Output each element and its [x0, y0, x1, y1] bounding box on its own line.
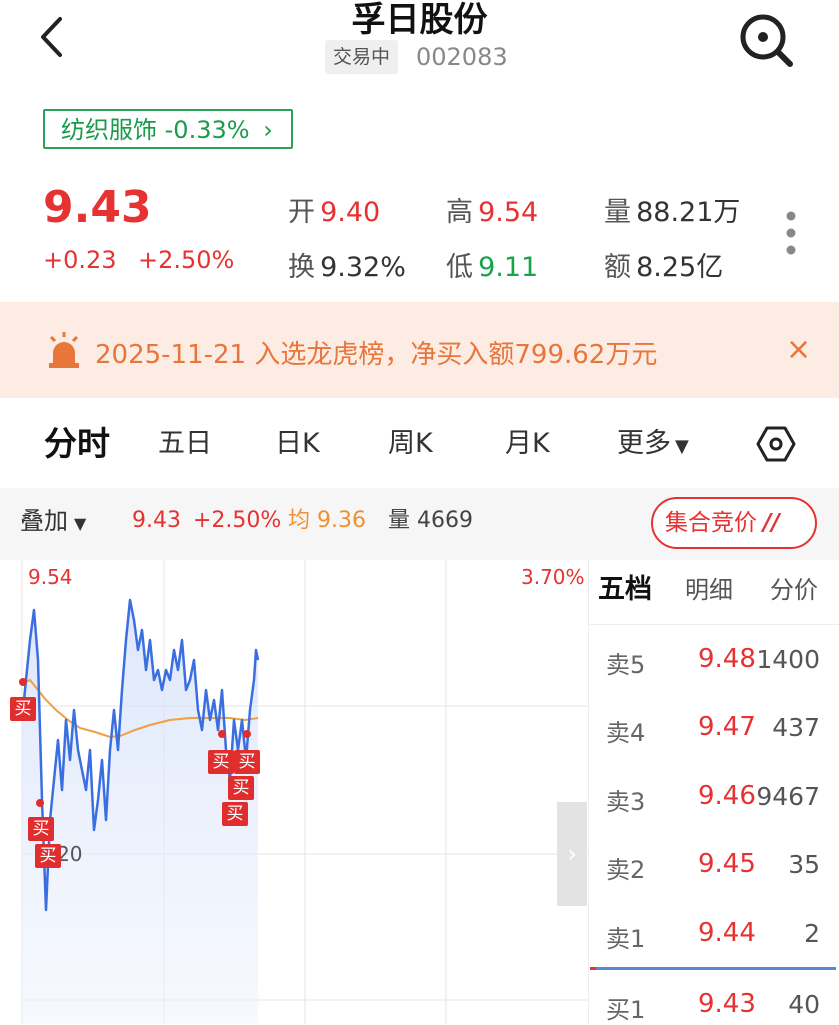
call-auction-button[interactable]: 集合竞价// — [651, 497, 817, 549]
tab-intraday[interactable]: 分时 — [44, 422, 110, 466]
orderbook-volume: 35 — [788, 850, 820, 879]
buy-tag[interactable]: 买 — [208, 750, 234, 774]
tab-monthly-k[interactable]: 月K — [505, 422, 550, 466]
buy-tag[interactable]: 买 — [222, 802, 248, 826]
orderbook-volume: 40 — [788, 990, 820, 1019]
intraday-chart[interactable] — [0, 560, 588, 1024]
vertical-dots-icon — [786, 211, 796, 255]
overlay-dropdown[interactable]: 叠加 ▼ — [20, 506, 86, 539]
orderbook-volume: 1400 — [756, 645, 820, 674]
alarm-icon — [46, 331, 82, 373]
search-icon — [740, 14, 793, 67]
tab-daily-k[interactable]: 日K — [275, 422, 320, 466]
chart-settings-button[interactable] — [756, 424, 796, 468]
open-value: 9.40 — [320, 197, 381, 228]
last-price: 9.43 — [43, 182, 152, 233]
sector-name: 纺织服饰 — [61, 116, 157, 144]
sector-tag[interactable]: 纺织服饰 -0.33% › — [43, 109, 293, 149]
high-value: 9.54 — [478, 197, 539, 228]
price-change-percent: +2.50% — [138, 246, 235, 274]
caret-down-icon: ▼ — [675, 436, 689, 457]
bid-ask-divider — [590, 967, 836, 970]
high-stat: 高 9.54 — [446, 197, 539, 228]
amount-stat: 额 8.25亿 — [604, 252, 724, 283]
buy-tag[interactable]: 买 — [10, 697, 36, 721]
price-change: +0.23 — [43, 246, 117, 274]
tab-five-day[interactable]: 五日 — [158, 422, 212, 466]
low-value: 9.11 — [478, 252, 539, 283]
amount-value: 8.25亿 — [636, 252, 724, 283]
chart-percent-label: 3.70% — [521, 565, 585, 589]
sector-change: -0.33% — [164, 116, 250, 144]
orderbook-volume: 2 — [804, 919, 820, 948]
hexagon-settings-icon — [756, 426, 796, 462]
bid-ask-divider-marker — [590, 967, 596, 970]
more-options-button[interactable] — [782, 208, 800, 258]
turnover-stat: 换 9.32% — [288, 252, 406, 283]
tab-price-distribution[interactable]: 分价 — [770, 573, 818, 607]
low-stat: 低 9.11 — [446, 252, 539, 283]
buy-tag[interactable]: 买 — [228, 776, 254, 800]
overlay-average: 均 9.36 — [288, 508, 366, 533]
buy-tag[interactable]: 买 — [234, 750, 260, 774]
turnover-value: 9.32% — [320, 252, 406, 283]
chevron-right-icon: › — [263, 116, 273, 144]
overlay-price: 9.43 — [132, 508, 181, 533]
overlay-volume: 量 4669 — [388, 508, 474, 533]
chevron-right-icon: › — [567, 840, 577, 868]
orderbook-volume: 9467 — [756, 782, 820, 811]
banner-text: 2025-11-21 入选龙虎榜，净买入额799.62万元 — [95, 340, 658, 370]
double-slash-icon: // — [763, 510, 780, 536]
search-button[interactable] — [736, 12, 796, 68]
tab-five-levels[interactable]: 五档 — [598, 573, 652, 607]
page-title: 孚日股份 — [351, 0, 488, 40]
tab-weekly-k[interactable]: 周K — [388, 422, 433, 466]
tab-more[interactable]: 更多 ▼ — [617, 422, 689, 469]
overlay-percent: +2.50% — [193, 508, 282, 533]
volume-stat: 量 88.21万 — [604, 197, 741, 228]
buy-tag[interactable]: 买 — [35, 844, 61, 868]
close-icon[interactable]: × — [786, 332, 811, 367]
tab-details[interactable]: 明细 — [685, 573, 733, 607]
volume-value: 88.21万 — [636, 197, 741, 228]
chart-high-label: 9.54 — [28, 565, 73, 589]
open-stat: 开 9.40 — [288, 197, 381, 228]
trading-status-badge: 交易中 — [325, 40, 399, 74]
buy-tag[interactable]: 买 — [28, 817, 54, 841]
divider — [588, 624, 839, 625]
orderbook-volume: 437 — [772, 713, 820, 742]
stock-code: 002083 — [416, 43, 508, 71]
caret-down-icon: ▼ — [74, 514, 87, 533]
